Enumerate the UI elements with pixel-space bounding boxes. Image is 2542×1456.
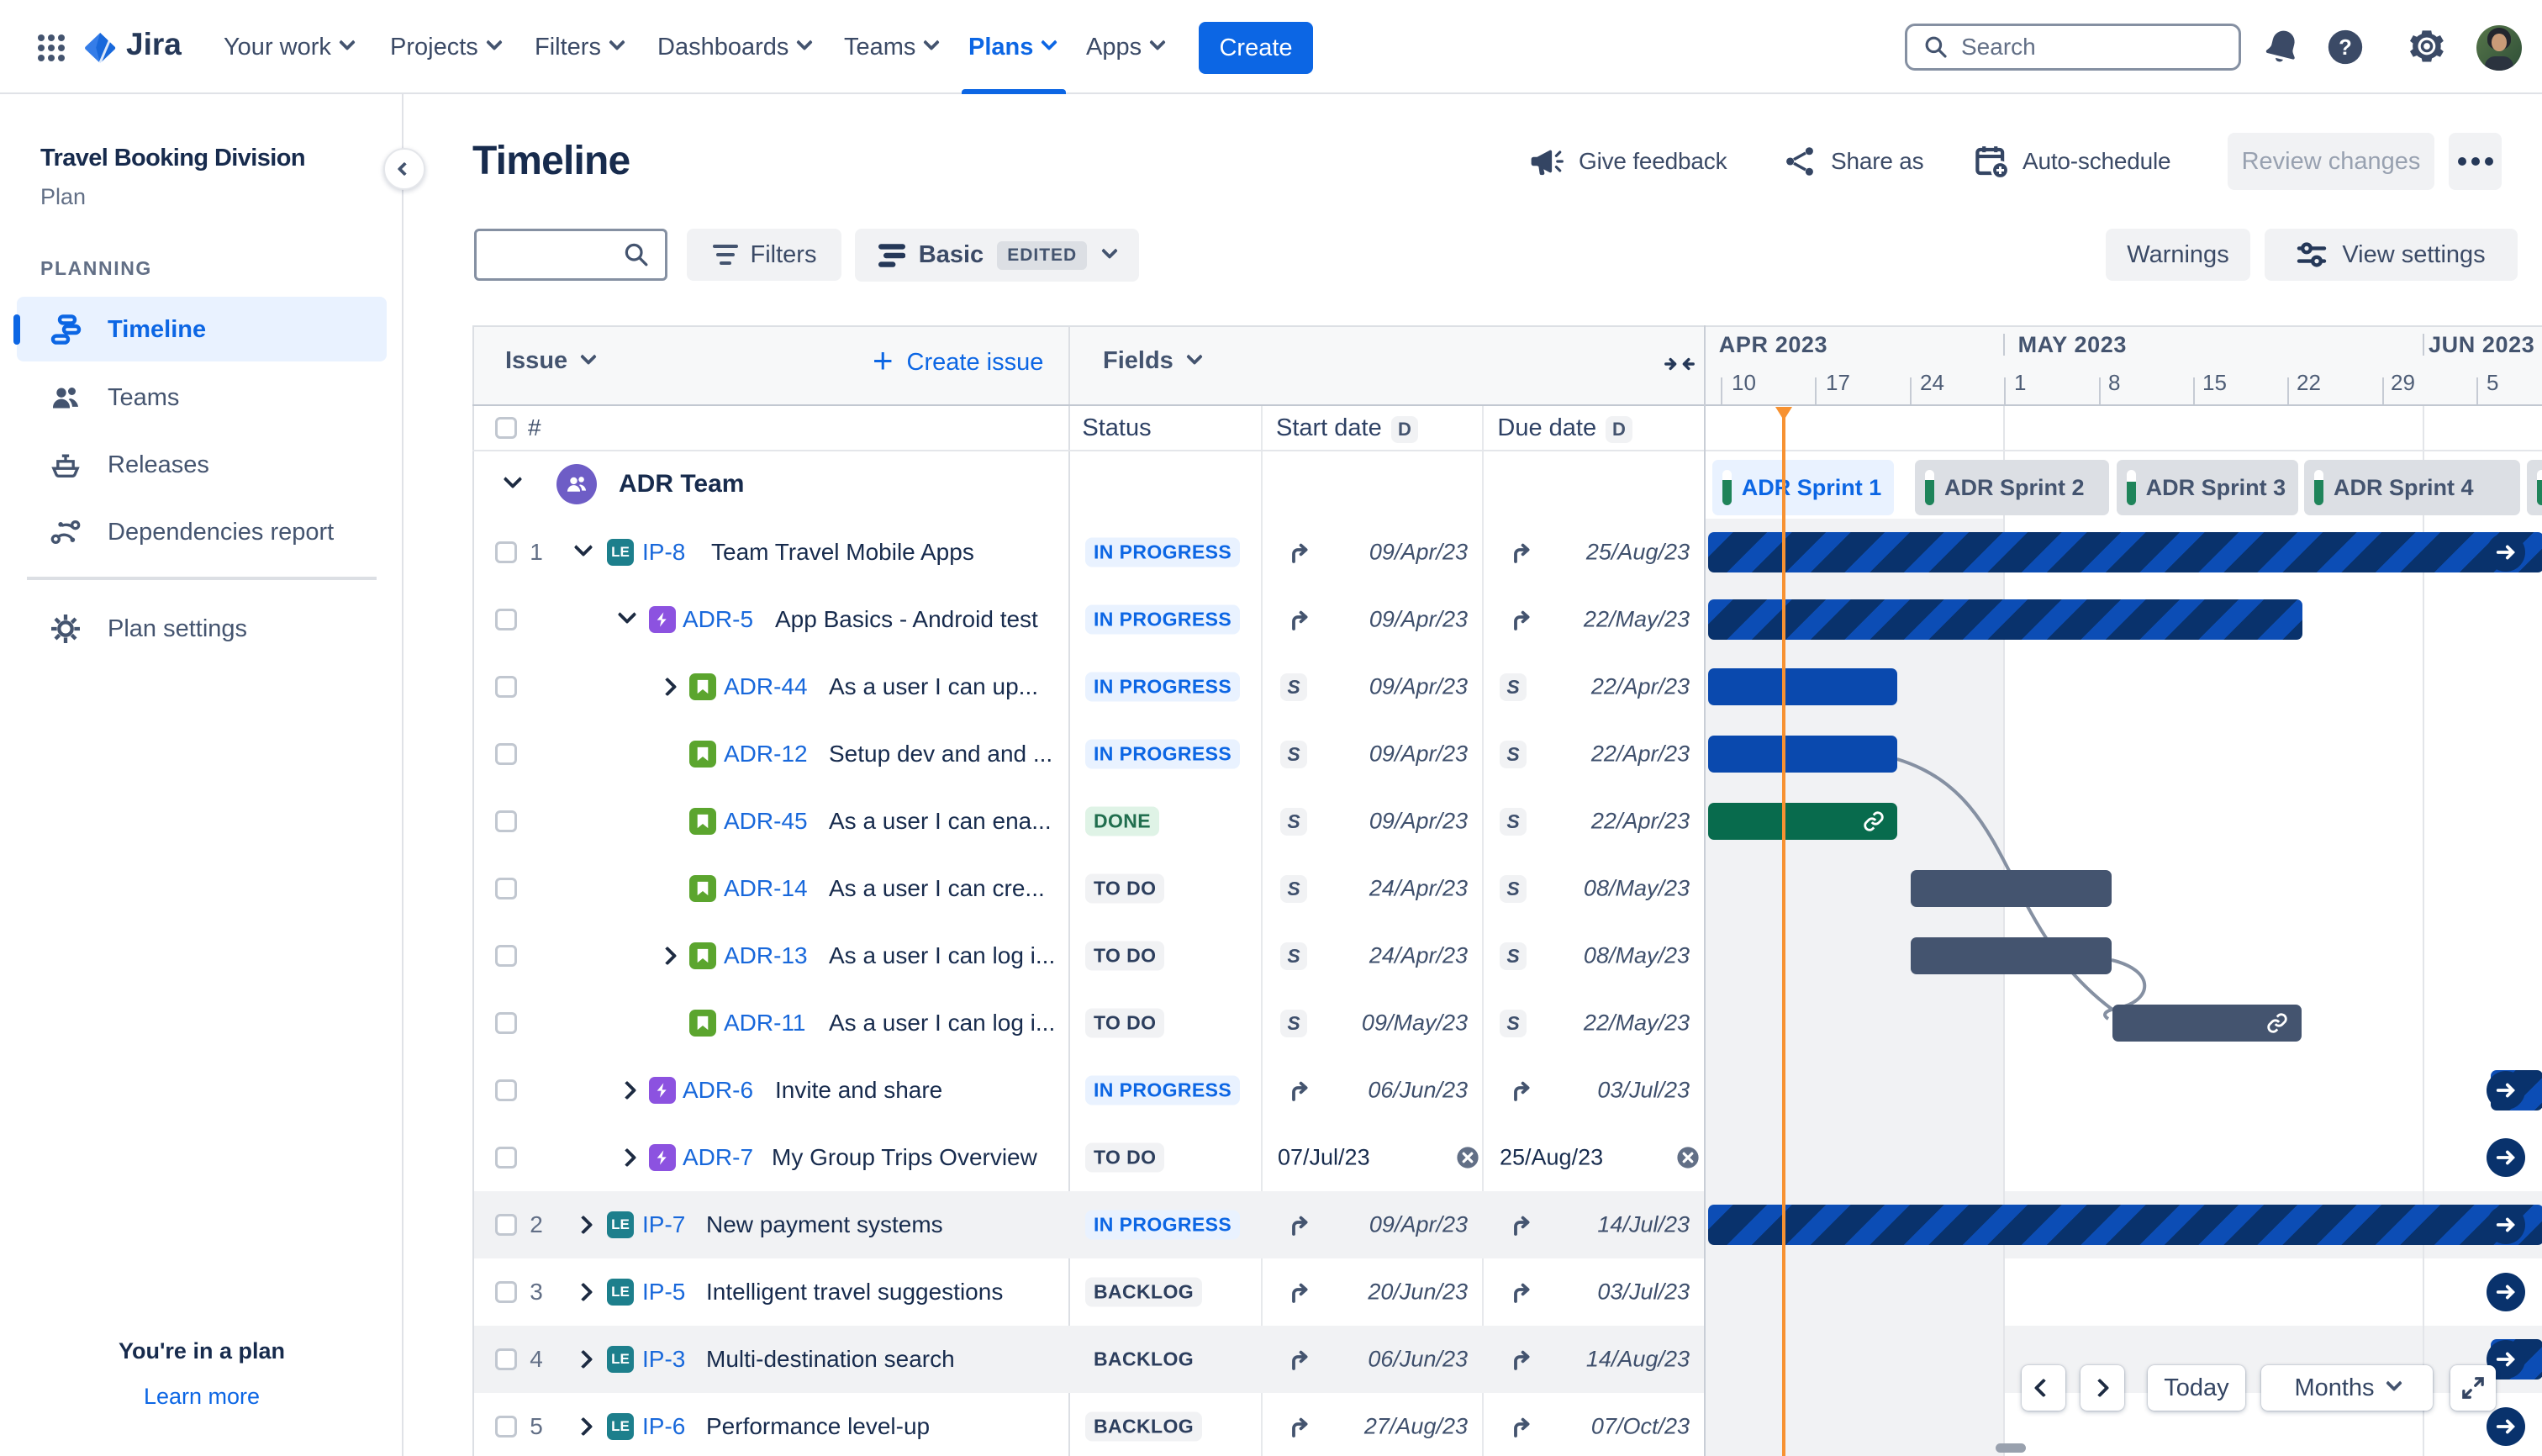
svg-text:?: ? xyxy=(2339,36,2352,60)
